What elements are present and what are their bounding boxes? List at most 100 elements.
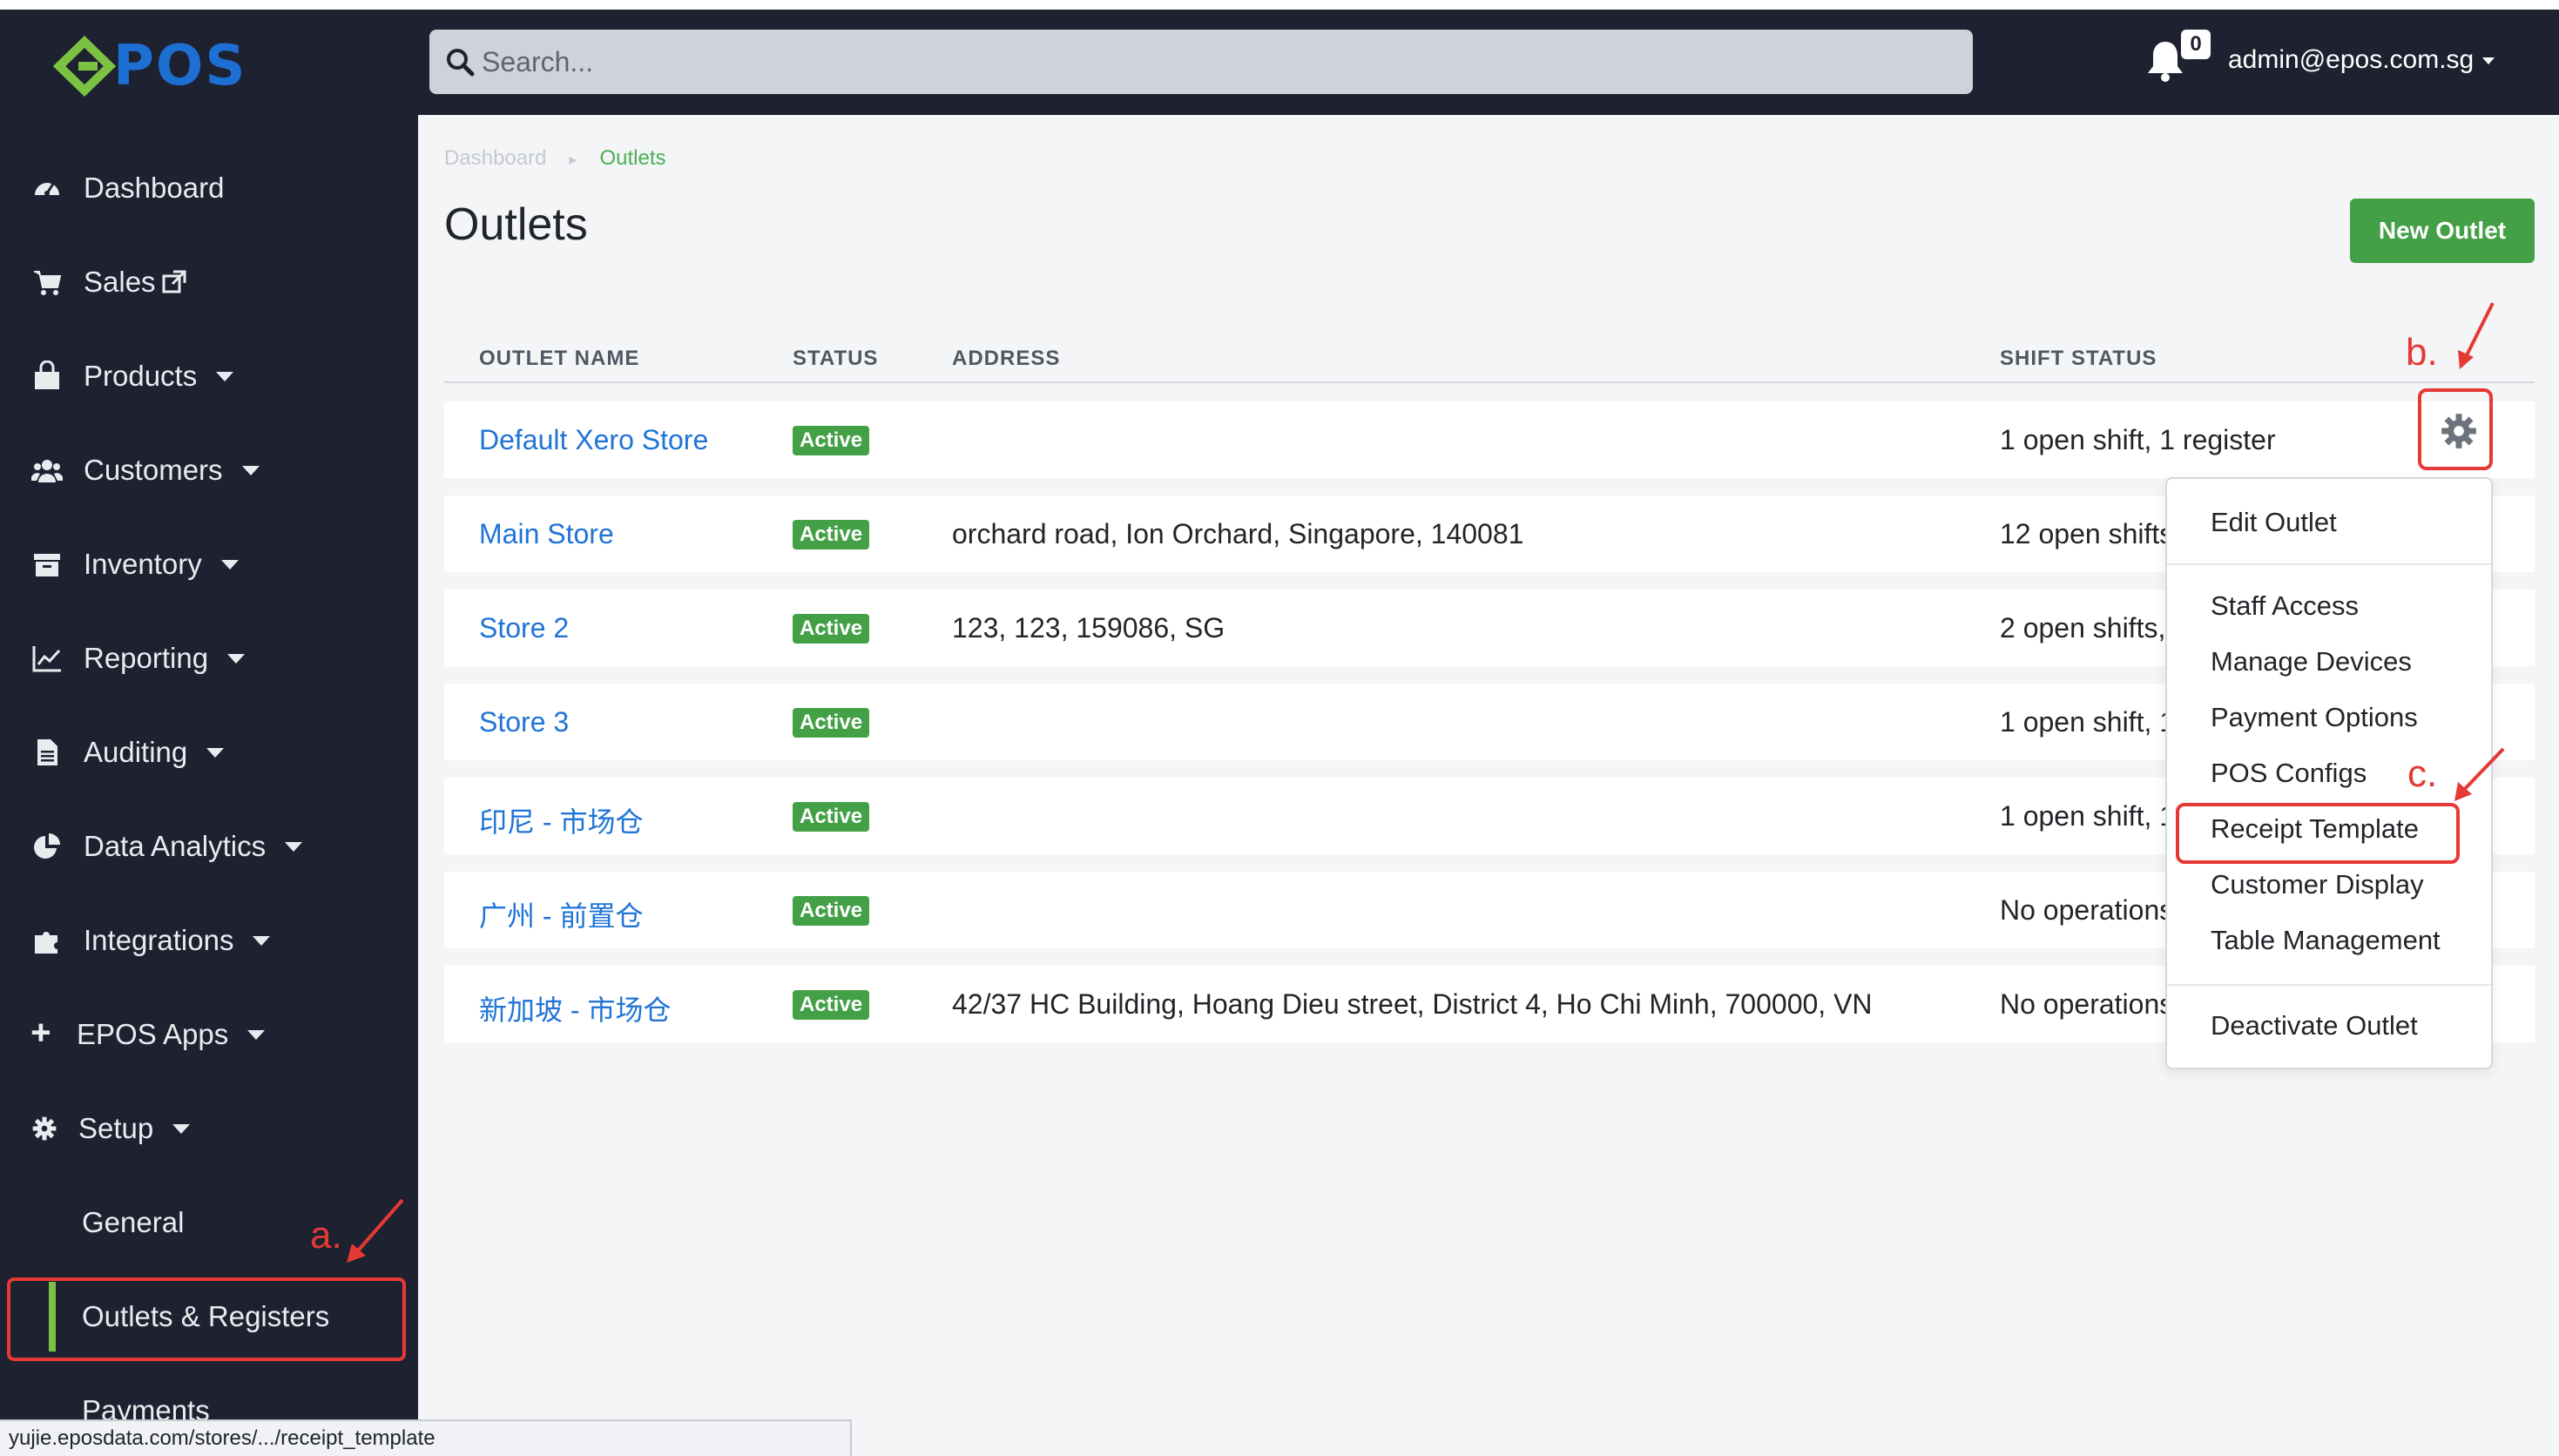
outlet-name-link[interactable]: Main Store xyxy=(479,518,614,550)
search-bar[interactable] xyxy=(429,30,1973,94)
menu-item-manage-devices[interactable]: Manage Devices xyxy=(2211,646,2412,677)
new-outlet-button[interactable]: New Outlet xyxy=(2350,199,2535,263)
sidebar-subitem-label: General xyxy=(82,1206,185,1238)
puzzle-icon xyxy=(35,932,57,954)
status-badge: Active xyxy=(793,708,870,738)
sidebar-item-label: Setup xyxy=(78,1112,154,1144)
sidebar-item-label: Inventory xyxy=(84,548,202,580)
shift-status: 2 open shifts, xyxy=(2000,612,2166,644)
sidebar-item-label: Products xyxy=(84,360,198,392)
table-row: Default Xero Store Active 1 open shift, … xyxy=(444,401,2535,478)
search-icon xyxy=(447,49,475,77)
sidebar-item-label: Auditing xyxy=(84,736,188,768)
menu-item-edit-outlet[interactable]: Edit Outlet xyxy=(2211,507,2337,538)
table-header: OUTLET NAME STATUS ADDRESS SHIFT STATUS xyxy=(444,340,2535,383)
gear-icon xyxy=(2441,414,2476,448)
bag-icon xyxy=(35,361,59,389)
page-title: Outlets xyxy=(444,199,588,250)
caret-down-icon xyxy=(206,747,225,758)
pie-chart-icon xyxy=(34,833,60,859)
sidebar-item-sales[interactable]: Sales xyxy=(0,235,418,329)
file-icon xyxy=(37,739,57,765)
sidebar-item-reporting[interactable]: Reporting xyxy=(0,611,418,705)
outlet-name-link[interactable]: Store 3 xyxy=(479,706,569,738)
outlet-name-link[interactable]: 新加坡 - 市场仓 xyxy=(479,988,671,1028)
cart-icon xyxy=(34,271,62,295)
shift-status: 1 open shift, 1 xyxy=(2000,706,2176,738)
outlet-actions-dropdown: Edit Outlet Staff Access Manage Devices … xyxy=(2165,477,2493,1069)
sidebar-item-label: Sales xyxy=(84,266,156,298)
sidebar-item-label: EPOS Apps xyxy=(77,1018,229,1050)
search-input[interactable] xyxy=(482,30,1954,94)
epos-logo[interactable]: POS xyxy=(52,31,253,101)
caret-down-icon xyxy=(247,1029,266,1040)
user-menu[interactable]: admin@epos.com.sg xyxy=(2228,45,2495,75)
outlet-name-link[interactable]: 广州 - 前置仓 xyxy=(479,894,643,934)
annotation-arrow-b-icon xyxy=(2458,302,2495,369)
sidebar-item-epos-apps[interactable]: EPOS Apps xyxy=(0,988,418,1082)
outlet-name-link[interactable]: Default Xero Store xyxy=(479,424,708,456)
breadcrumb-link-dashboard[interactable]: Dashboard xyxy=(444,146,546,170)
annotation-arrow-c-icon xyxy=(2454,747,2505,801)
shift-status: 1 open shift, 1 xyxy=(2000,800,2176,832)
status-badge: Active xyxy=(793,520,870,549)
menu-item-deactivate-outlet[interactable]: Deactivate Outlet xyxy=(2211,1010,2418,1041)
sidebar-item-inventory[interactable]: Inventory xyxy=(0,517,418,611)
menu-divider xyxy=(2167,563,2491,565)
caret-down-icon xyxy=(227,653,246,664)
menu-item-table-management[interactable]: Table Management xyxy=(2211,925,2441,956)
breadcrumb-separator-icon: ▸ xyxy=(569,151,577,168)
menu-item-receipt-template[interactable]: Receipt Template xyxy=(2211,813,2419,845)
outlet-actions-gear-button[interactable] xyxy=(2418,388,2493,470)
caret-down-icon xyxy=(253,935,271,946)
menu-item-pos-configs[interactable]: POS Configs xyxy=(2211,758,2367,789)
sidebar-item-setup[interactable]: Setup xyxy=(0,1082,418,1176)
sidebar-item-label: Reporting xyxy=(84,642,209,674)
browser-status-bar: yujie.eposdata.com/stores/.../receipt_te… xyxy=(0,1419,852,1456)
user-email: admin@epos.com.sg xyxy=(2228,45,2475,74)
caret-down-icon xyxy=(216,371,234,381)
users-icon xyxy=(31,460,63,482)
palette-icon xyxy=(35,183,59,196)
external-link-icon xyxy=(162,270,186,293)
logo-text: POS xyxy=(113,34,247,98)
annotation-label-c: c. xyxy=(2407,752,2438,795)
menu-item-customer-display[interactable]: Customer Display xyxy=(2211,869,2424,900)
annotation-label-b: b. xyxy=(2406,331,2438,374)
column-header-status: STATUS xyxy=(793,347,879,370)
status-badge: Active xyxy=(793,426,870,455)
breadcrumb: Dashboard ▸ Outlets xyxy=(444,146,666,171)
outlet-address: 123, 123, 159086, SG xyxy=(952,612,1225,644)
column-header-outlet-name: OUTLET NAME xyxy=(479,347,640,370)
sidebar-item-integrations[interactable]: Integrations xyxy=(0,893,418,988)
status-badge: Active xyxy=(793,896,870,926)
sidebar-item-dashboard[interactable]: Dashboard xyxy=(0,141,418,235)
shift-status: 1 open shift, 1 register xyxy=(2000,424,2276,455)
sidebar-item-products[interactable]: Products xyxy=(0,329,418,423)
archive-icon xyxy=(34,554,60,576)
breadcrumb-current[interactable]: Outlets xyxy=(599,146,665,170)
sidebar-item-label: Integrations xyxy=(84,924,234,956)
gear-icon xyxy=(32,1116,57,1141)
sidebar-item-label: Data Analytics xyxy=(84,830,267,862)
sidebar-item-customers[interactable]: Customers xyxy=(0,423,418,517)
caret-down-icon xyxy=(172,1123,191,1134)
shift-status: No operations xyxy=(2000,988,2174,1020)
menu-item-payment-options[interactable]: Payment Options xyxy=(2211,702,2418,733)
sidebar-item-data-analytics[interactable]: Data Analytics xyxy=(0,799,418,893)
outlet-address: orchard road, Ion Orchard, Singapore, 14… xyxy=(952,518,1524,549)
shift-status: No operations xyxy=(2000,894,2174,926)
status-badge: Active xyxy=(793,614,870,644)
outlet-name-link[interactable]: 印尼 - 市场仓 xyxy=(479,800,643,840)
sidebar-item-label: Customers xyxy=(84,454,223,486)
status-badge: Active xyxy=(793,802,870,832)
bell-icon[interactable] xyxy=(2144,38,2186,82)
notification-count-badge: 0 xyxy=(2181,30,2211,59)
window-top-strip xyxy=(0,0,2559,10)
outlet-address: 42/37 HC Building, Hoang Dieu street, Di… xyxy=(952,988,1873,1020)
menu-item-staff-access[interactable]: Staff Access xyxy=(2211,590,2359,622)
caret-down-icon xyxy=(285,841,303,852)
sidebar-item-auditing[interactable]: Auditing xyxy=(0,705,418,799)
chart-line-icon xyxy=(32,646,61,672)
outlet-name-link[interactable]: Store 2 xyxy=(479,612,569,644)
